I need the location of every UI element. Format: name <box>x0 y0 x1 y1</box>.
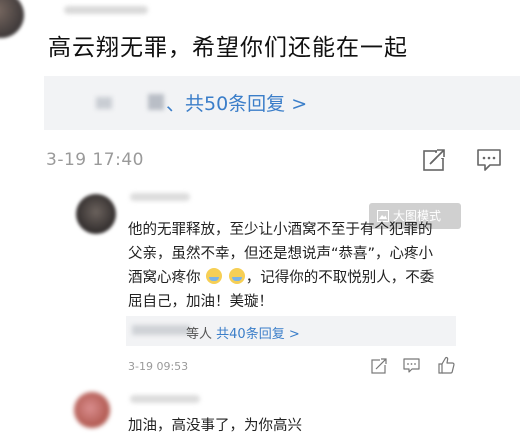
share-icon[interactable] <box>371 358 387 374</box>
reply-text: 加油，高没事了，为你高兴 <box>128 418 302 434</box>
reply-line-part: 酒窝心疼你 <box>128 270 201 286</box>
reply-line: 父亲，虽然不幸，但还是想说声“恭喜”，心疼小 <box>128 246 434 262</box>
comment-text: 高云翔无罪，希望你们还能在一起 <box>48 35 408 61</box>
replies-prefix: 等人 <box>186 327 213 342</box>
view-replies-link[interactable]: 共40条回复 > <box>216 327 300 342</box>
reply-line-part: ，记得你的不取悦别人，不委 <box>245 270 435 286</box>
avatar[interactable] <box>0 0 24 38</box>
comment-timestamp: 3-19 17:40 <box>46 150 144 170</box>
replier-avatar-blurred <box>148 94 164 110</box>
username-blurred[interactable] <box>64 6 148 14</box>
replies-summary: 等人 共40条回复 > <box>186 323 300 342</box>
comment-icon[interactable] <box>476 148 502 172</box>
reply-text: 他的无罪释放，至少让小酒窝不至于有个犯罪的 父亲，虽然不幸，但还是想说声“恭喜”… <box>128 218 458 314</box>
username-blurred[interactable] <box>130 395 200 403</box>
username-blurred[interactable] <box>130 193 190 201</box>
replier-avatar-blurred <box>96 97 112 109</box>
replier-names-blurred <box>132 325 190 335</box>
avatar[interactable] <box>74 392 110 428</box>
crying-face-emoji <box>228 268 245 284</box>
reply-line: 他的无罪释放，至少让小酒窝不至于有个犯罪的 <box>128 222 433 238</box>
thumbs-up-icon[interactable] <box>437 356 455 374</box>
share-icon[interactable] <box>422 148 446 172</box>
reply-line: 屈自己，加油！美璇！ <box>128 294 273 310</box>
reply-line: 酒窝心疼你 ，记得你的不取悦别人，不委 <box>128 266 458 290</box>
view-replies-link[interactable]: 、共50条回复 > <box>166 89 307 116</box>
avatar[interactable] <box>76 194 116 234</box>
crying-face-emoji <box>206 268 223 284</box>
comment-icon[interactable] <box>403 358 420 374</box>
reply-timestamp: 3-19 09:53 <box>128 360 189 373</box>
